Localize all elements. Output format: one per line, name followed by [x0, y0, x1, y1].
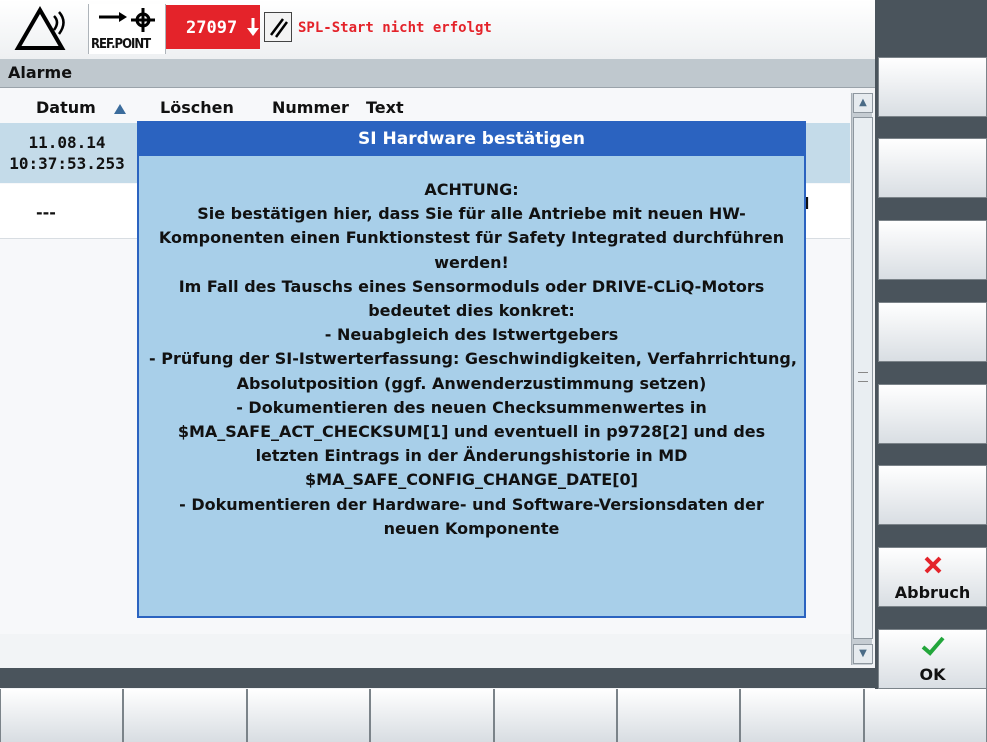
dialog-line: Absolutposition (ggf. Anwenderzustimmung… — [236, 373, 707, 393]
ok-label: OK — [919, 665, 946, 684]
dialog-line: - Dokumentieren des neuen Checksummenwer… — [236, 397, 707, 417]
vertical-softkey-6[interactable] — [878, 465, 987, 525]
dialog-line: letzten Eintrags in der Änderungshistori… — [255, 446, 688, 466]
dialog-line: - Dokumentieren der Hardware- und Softwa… — [179, 494, 764, 514]
arrow-down-icon — [247, 18, 259, 36]
column-nummer[interactable]: Nummer — [272, 98, 349, 117]
dialog-message: ACHTUNG: Sie bestätigen hier, dass Sie f… — [149, 178, 797, 541]
bottom-strip — [0, 668, 875, 688]
row-date-time: 10:37:53.253 — [9, 154, 125, 173]
scroll-up-icon[interactable]: ▲ — [853, 93, 873, 113]
vertical-softkey-3[interactable] — [878, 220, 987, 280]
row-date-day: 11.08.14 — [28, 133, 106, 152]
column-text[interactable]: Text — [366, 98, 404, 117]
horizontal-softkey-6[interactable] — [616, 689, 741, 742]
table-header: Datum Löschen Nummer Text — [0, 92, 850, 122]
slash-icon — [270, 18, 289, 38]
checkmark-icon — [921, 636, 945, 656]
sort-ascending-icon[interactable] — [114, 104, 126, 114]
alarm-message: SPL-Start nicht erfolgt — [298, 20, 492, 36]
dialog-line: Sie bestätigen hier, dass Sie für alle A… — [197, 204, 746, 224]
column-loeschen[interactable]: Löschen — [160, 98, 234, 117]
vertical-softkey-5[interactable] — [878, 384, 987, 444]
column-datum[interactable]: Datum — [36, 98, 96, 117]
acknowledge-icon[interactable] — [264, 12, 292, 42]
dialog-line: Komponenten einen Funktionstest für Safe… — [158, 228, 785, 248]
ok-button[interactable]: OK — [878, 629, 987, 689]
scroll-down-icon[interactable]: ▼ — [853, 644, 873, 664]
confirm-dialog: SI Hardware bestätigen ACHTUNG: Sie best… — [137, 121, 806, 618]
row-date-empty: --- — [36, 203, 56, 222]
cancel-icon — [924, 556, 942, 574]
dialog-line: bedeutet dies konkret: — [368, 301, 575, 321]
horizontal-softkey-bar — [0, 689, 987, 742]
vertical-scrollbar[interactable]: ▲ ▼ — [851, 93, 873, 665]
status-bar: REF.POINT 27097 SPL-Start nicht erfolgt — [0, 0, 875, 60]
cancel-label: Abbruch — [894, 583, 971, 602]
horizontal-softkey-3[interactable] — [246, 689, 371, 742]
dialog-title: SI Hardware bestätigen — [139, 123, 804, 156]
dialog-line: neuen Komponente — [383, 518, 560, 538]
ref-point-icon — [99, 8, 155, 32]
warning-signal-icon — [14, 6, 66, 50]
alarm-number: 27097 — [186, 18, 238, 38]
horizontal-softkey-8[interactable] — [863, 689, 987, 742]
horizontal-softkey-7[interactable] — [740, 689, 864, 742]
horizontal-softkey-5[interactable] — [493, 689, 617, 742]
vertical-softkey-1[interactable] — [878, 57, 987, 117]
vertical-softkey-4[interactable] — [878, 302, 987, 362]
horizontal-softkey-4[interactable] — [370, 689, 494, 742]
panel-header: Alarme — [0, 59, 875, 88]
cancel-button[interactable]: Abbruch — [878, 547, 987, 607]
horizontal-softkey-2[interactable] — [123, 689, 247, 742]
row-date: 11.08.14 10:37:53.253 — [0, 132, 134, 174]
vertical-softkey-2[interactable] — [878, 138, 987, 198]
dialog-line: werden! — [434, 252, 509, 272]
dialog-line: - Neuabgleich des Istwertgebers — [324, 325, 619, 345]
dialog-line: $MA_SAFE_CONFIG_CHANGE_DATE[0] — [305, 470, 638, 490]
dialog-line: - Prüfung der SI-Istwerterfassung: Gesch… — [149, 349, 797, 369]
page-title: Alarme — [8, 63, 73, 82]
ref-point-label: REF.POINT — [91, 37, 151, 52]
dialog-line: ACHTUNG: — [424, 180, 519, 199]
grip-icon — [858, 372, 868, 382]
dialog-line: $MA_SAFE_ACT_CHECKSUM[1] und eventuell i… — [177, 422, 766, 442]
horizontal-softkey-1[interactable] — [0, 689, 124, 742]
alarm-indicator[interactable]: 27097 — [166, 5, 260, 49]
scroll-thumb[interactable] — [853, 117, 873, 639]
ref-point-indicator: REF.POINT — [88, 4, 166, 54]
dialog-line: Im Fall des Tauschs eines Sensormoduls o… — [178, 276, 765, 296]
